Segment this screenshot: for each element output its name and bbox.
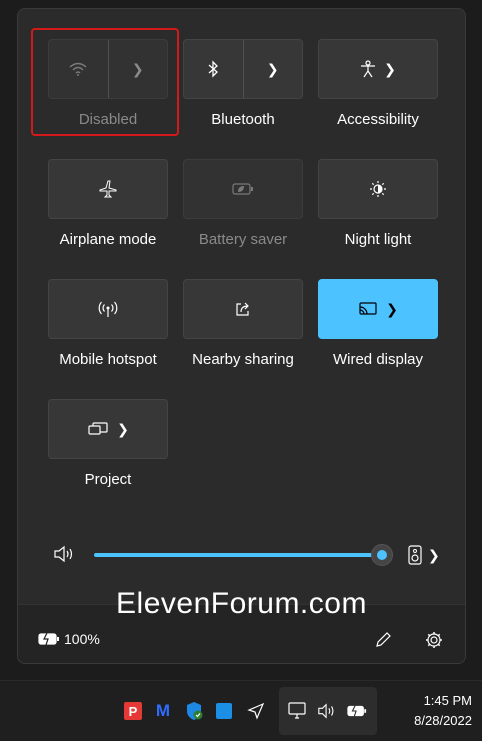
bluetooth-icon xyxy=(208,60,219,78)
app-icon-red[interactable]: P xyxy=(123,701,143,721)
airplane-mode-label: Airplane mode xyxy=(59,231,157,248)
nearby-sharing-label: Nearby sharing xyxy=(192,351,294,368)
speaker-icon xyxy=(54,545,73,563)
battery-percentage: 100% xyxy=(64,631,100,647)
blue-app-icon xyxy=(216,703,232,719)
battery-saver-icon xyxy=(232,183,253,195)
chevron-right-icon: ❯ xyxy=(266,61,279,77)
battery-status[interactable]: 100% xyxy=(38,631,100,647)
all-settings-button[interactable] xyxy=(425,631,443,649)
accessibility-label: Accessibility xyxy=(337,111,419,128)
share-icon xyxy=(236,302,249,316)
night-light-tile[interactable] xyxy=(318,159,438,219)
audio-output-button[interactable]: ❯ xyxy=(408,545,440,565)
bluetooth-label: Bluetooth xyxy=(211,111,275,128)
location-icon xyxy=(247,702,265,720)
location-button[interactable] xyxy=(246,701,266,721)
clock-time: 1:45 PM xyxy=(423,693,472,708)
pencil-icon xyxy=(376,632,391,647)
edit-quick-settings-button[interactable] xyxy=(374,631,392,649)
volume-tray-button[interactable] xyxy=(317,701,337,721)
chevron-right-icon: ❯ xyxy=(384,61,396,77)
volume-slider-track[interactable] xyxy=(94,553,382,557)
gear-icon xyxy=(426,632,442,648)
cast-icon xyxy=(359,302,377,315)
app-icon-defender[interactable] xyxy=(184,701,204,721)
volume-button[interactable] xyxy=(52,544,76,564)
night-light-icon xyxy=(370,181,386,197)
clock[interactable]: 1:45 PM 8/28/2022 xyxy=(414,691,472,731)
shield-icon xyxy=(187,702,203,720)
audio-device-icon xyxy=(408,545,422,565)
wired-display-tile[interactable]: ❯ xyxy=(318,279,438,339)
battery-saver-label: Battery saver xyxy=(198,231,288,248)
project-label: Project xyxy=(84,471,132,488)
watermark: ElevenForum.com xyxy=(116,587,367,620)
chevron-right-icon: ❯ xyxy=(428,547,440,563)
night-light-label: Night light xyxy=(344,231,412,248)
clock-date: 8/28/2022 xyxy=(414,713,472,728)
airplane-icon xyxy=(99,180,117,198)
wired-display-label: Wired display xyxy=(332,351,424,368)
battery-saver-tile[interactable] xyxy=(183,159,303,219)
malwarebytes-icon: M xyxy=(155,701,171,720)
battery-charging-icon xyxy=(347,705,367,717)
network-icon xyxy=(288,702,306,719)
battery-tray-button[interactable] xyxy=(347,701,367,721)
bluetooth-tile[interactable]: ❯ xyxy=(183,39,303,99)
taskbar: P M 1:45 PM 8/28/2022 xyxy=(0,680,482,741)
hotspot-icon xyxy=(98,301,118,317)
project-tile[interactable]: ❯ xyxy=(48,399,168,459)
mobile-hotspot-tile[interactable] xyxy=(48,279,168,339)
nearby-sharing-tile[interactable] xyxy=(183,279,303,339)
chevron-right-icon: ❯ xyxy=(117,421,129,437)
app-icon-malwarebytes[interactable]: M xyxy=(153,701,173,721)
mobile-hotspot-label: Mobile hotspot xyxy=(59,351,157,368)
project-icon xyxy=(88,422,108,435)
speaker-icon xyxy=(318,703,334,719)
bluetooth-toggle[interactable] xyxy=(184,40,243,98)
network-button[interactable] xyxy=(287,701,307,721)
quick-settings-panel: ❯ Disabled ❯ Bluetooth ❯ Accessibility A… xyxy=(17,8,466,664)
red-app-icon: P xyxy=(124,702,142,720)
accessibility-icon xyxy=(361,60,376,78)
highlight-box xyxy=(31,28,179,136)
system-tray-group[interactable] xyxy=(279,687,377,735)
battery-charging-icon xyxy=(38,632,59,646)
volume-slider-thumb[interactable] xyxy=(371,544,393,566)
chevron-right-icon: ❯ xyxy=(386,301,398,317)
bluetooth-expand-button[interactable]: ❯ xyxy=(242,40,303,98)
app-icon-blue[interactable] xyxy=(214,701,234,721)
airplane-mode-tile[interactable] xyxy=(48,159,168,219)
accessibility-tile[interactable]: ❯ xyxy=(318,39,438,99)
